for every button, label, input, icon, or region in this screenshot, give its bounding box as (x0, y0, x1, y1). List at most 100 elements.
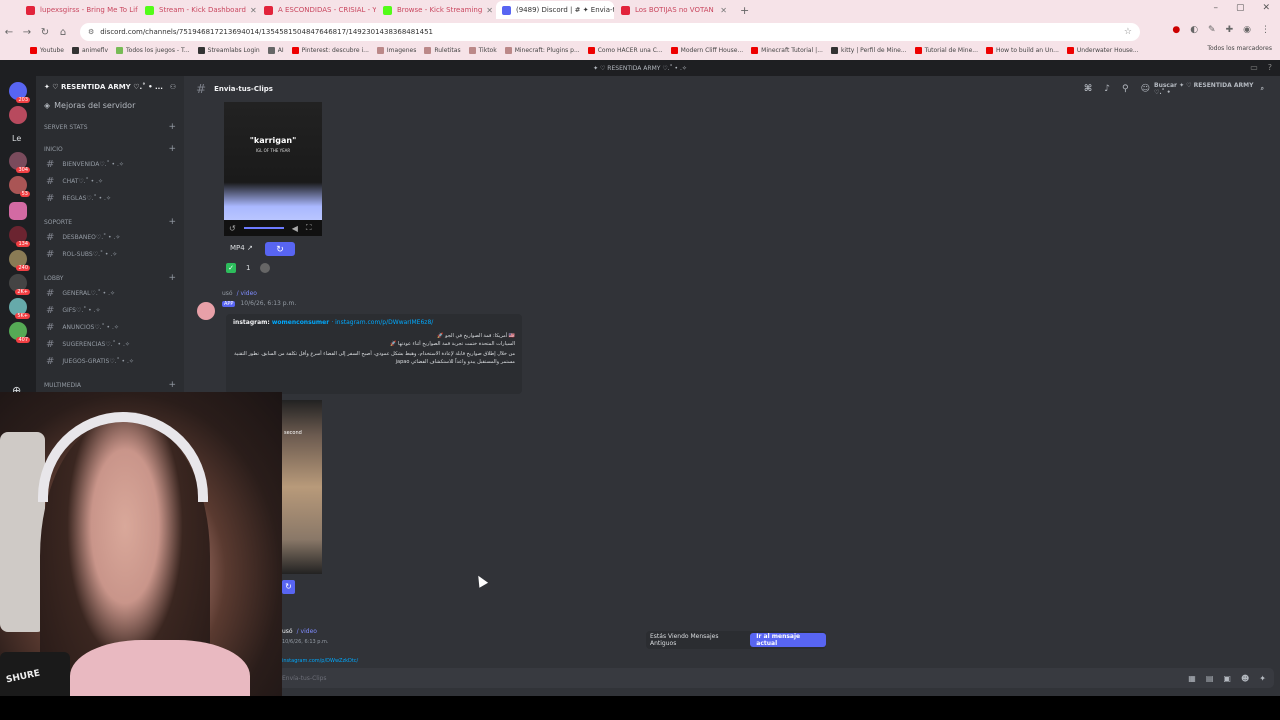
channel-category[interactable]: LOBBY + (36, 271, 184, 285)
add-channel-icon[interactable]: + (168, 273, 176, 283)
apps-icon[interactable]: ✦ (1259, 674, 1266, 683)
home-icon[interactable]: ⌂ (54, 27, 72, 38)
bookmark-item[interactable]: Pinterest: descubre i... (291, 47, 369, 54)
bookmark-item[interactable]: Todos los juegos - T... (116, 47, 190, 54)
bookmark-item[interactable]: animeflv (72, 47, 108, 54)
add-channel-icon[interactable]: + (168, 144, 176, 154)
jump-to-present-button[interactable]: Ir al mensaje actual (750, 633, 826, 647)
message-input[interactable]: Envía-tus-Clips ▦ ▤ ▣ ☻ ✦ (278, 668, 1274, 688)
bookmark-item[interactable]: Minecraft: Plugins p... (504, 47, 580, 54)
channel-category[interactable]: SOPORTE + (36, 215, 184, 229)
gift-icon[interactable]: ▦ (1188, 674, 1196, 683)
browser-tab[interactable]: Los BOTIJAS no VOTAN ✕ (615, 1, 733, 19)
channel-category[interactable]: INICIO + (36, 142, 184, 156)
extension-icon[interactable]: ● (1172, 25, 1180, 35)
add-channel-icon[interactable]: + (168, 122, 176, 132)
embed-link[interactable]: instagram.com/p/DWwZzkDtc/ (282, 658, 358, 664)
server-icon[interactable]: 2K+ (9, 274, 30, 295)
channel-item[interactable]: # JUEGOS-GRATIS♡.˚ • .✧ (36, 353, 184, 370)
bookmark-star-icon[interactable]: ☆ (1124, 27, 1132, 37)
close-window-icon[interactable]: ✕ (1262, 3, 1270, 13)
address-bar[interactable]: ⚙ discord.com/channels/75194681721369401… (80, 23, 1140, 41)
extension-icon[interactable]: ◐ (1190, 25, 1198, 35)
embed-link[interactable]: instagram.com/p/DWwarIME6z8/ (335, 319, 433, 326)
add-channel-icon[interactable]: + (168, 380, 176, 390)
profile-icon[interactable]: ◉ (1243, 25, 1251, 35)
add-channel-icon[interactable]: + (168, 217, 176, 227)
bookmark-item[interactable]: How to build an Un... (986, 47, 1059, 54)
browser-tab[interactable]: Stream - Kick Dashboard ✕ (139, 1, 257, 19)
server-icon[interactable]: 134 (9, 226, 30, 247)
channel-category[interactable]: MULTIMEDIA + (36, 378, 184, 392)
new-tab-icon[interactable]: + (740, 4, 749, 17)
invite-icon[interactable]: ⚇ (170, 83, 176, 91)
channel-item[interactable]: # ROL-SUBS♡.˚ • .✧ (36, 246, 184, 263)
server-icon[interactable]: 240 (9, 250, 30, 271)
external-link-icon[interactable]: ↗ (247, 244, 253, 252)
inbox-icon[interactable]: ▭ (1250, 63, 1258, 72)
avatar[interactable] (197, 302, 215, 320)
minimize-icon[interactable]: – (1213, 3, 1218, 13)
home-server-icon[interactable]: 203 (9, 82, 30, 103)
bookmark-item[interactable]: Tutorial de Mine... (914, 47, 978, 54)
bell-icon[interactable]: ♪ (1104, 84, 1110, 94)
server-icon[interactable] (9, 202, 27, 220)
site-info-icon[interactable]: ⚙ (88, 28, 94, 36)
server-boost[interactable]: ◈ Mejoras del servidor (36, 98, 184, 112)
server-icon[interactable]: 53 (9, 176, 30, 197)
channel-category[interactable]: SERVER STATS + (36, 120, 184, 134)
browser-tab[interactable]: A ESCONDIDAS - CRISIAL - Yo✕ (258, 1, 376, 19)
channel-item[interactable]: # GENERAL♡.˚ • .✧ (36, 285, 184, 302)
emoji-icon[interactable]: ☻ (1241, 674, 1249, 683)
bookmark-item[interactable]: Como HACER una C... (587, 47, 663, 54)
channel-item[interactable]: # DESBANEO♡.˚ • .✧ (36, 229, 184, 246)
bookmark-item[interactable]: kitty | Perfil de Mine... (830, 47, 907, 54)
tab-close-icon[interactable]: ✕ (482, 6, 493, 15)
help-icon[interactable]: ? (1268, 63, 1272, 72)
video-embed[interactable]: "karrigan" IGL OF THE YEAR (224, 102, 322, 236)
add-reaction-icon[interactable] (260, 263, 271, 273)
menu-icon[interactable]: ⋮ (1261, 25, 1270, 35)
refresh-button[interactable]: ↻ (282, 580, 295, 594)
fullscreen-icon[interactable]: ⛶ (306, 223, 312, 233)
bookmark-item[interactable]: AI (267, 47, 284, 54)
server-icon[interactable] (9, 106, 27, 124)
refresh-button[interactable]: ↻ (265, 242, 295, 256)
bookmark-item[interactable]: Minecraft Tutorial |... (751, 47, 823, 54)
channel-item[interactable]: # CHAT♡.˚ • .✧ (36, 173, 184, 190)
channel-item[interactable]: # ANUNCIOS♡.˚ • .✧ (36, 319, 184, 336)
pin-icon[interactable]: ⚲ (1122, 84, 1129, 94)
puzzle-icon[interactable]: ✚ (1226, 25, 1234, 35)
reload-icon[interactable]: ↻ (36, 27, 54, 38)
channel-item[interactable]: # SUGERENCIAS♡.˚ • .✧ (36, 336, 184, 353)
replay-icon[interactable]: ↺ (229, 224, 236, 233)
server-icon[interactable]: 5K+ (9, 298, 30, 319)
server-icon[interactable]: 304 (9, 152, 30, 173)
threads-icon[interactable]: ⌘ (1084, 84, 1092, 94)
mp4-label[interactable]: MP4 ↗ (230, 244, 253, 252)
channel-item[interactable]: # REGLAS♡.˚ • .✧ (36, 190, 184, 207)
bookmark-item[interactable]: Imagenes (376, 47, 416, 54)
browser-tab[interactable]: Browse - Kick Streaming ✕ (377, 1, 495, 19)
bookmark-item[interactable]: Streamlabs Login (197, 47, 260, 54)
video-embed[interactable]: second (282, 400, 322, 574)
check-reaction-icon[interactable]: ✓ (226, 263, 236, 273)
gif-icon[interactable]: ▤ (1206, 674, 1214, 683)
bookmark-item[interactable]: Youtube (30, 47, 64, 54)
video-progress[interactable] (243, 227, 284, 229)
channel-item[interactable]: # GIFS♡.˚ • .✧ (36, 302, 184, 319)
server-icon[interactable]: 407 (9, 322, 30, 343)
forward-icon[interactable]: → (18, 27, 36, 38)
tab-close-icon[interactable]: ✕ (246, 6, 257, 15)
extension-icon[interactable]: ✎ (1208, 25, 1216, 35)
search-box[interactable]: Buscar ✦ ♡ RESENTIDA ARMY ♡.˚ • ⌕ (1154, 82, 1264, 96)
channel-item[interactable]: # BIENVENIDA♡.˚ • .✧ (36, 156, 184, 173)
maximize-icon[interactable]: ▢ (1236, 3, 1245, 13)
server-name[interactable]: ✦ ♡ RESENTIDA ARMY ♡.˚ • ... ⚇ (36, 76, 184, 98)
volume-icon[interactable]: ◀ (292, 224, 298, 233)
members-icon[interactable]: ☺ (1141, 84, 1150, 94)
bookmark-item[interactable]: Ruletitas (424, 47, 461, 54)
all-bookmarks[interactable]: Todos los marcadores (1207, 45, 1272, 52)
bookmark-item[interactable]: Modern Cliff House... (670, 47, 743, 54)
bookmark-item[interactable]: Tiktok (468, 47, 497, 54)
